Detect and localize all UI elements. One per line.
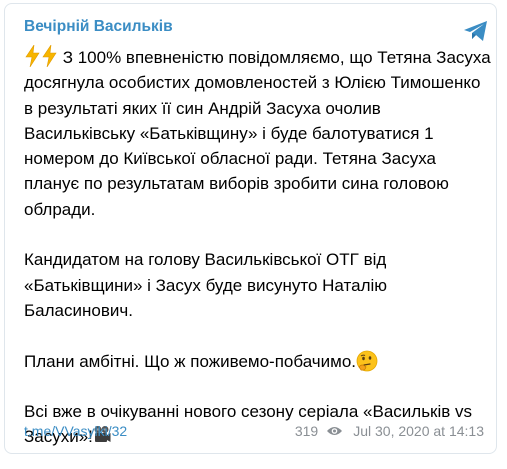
- views-count: 319: [294, 423, 319, 439]
- post-meta: 319 Jul 30, 2020 at 14:13: [295, 423, 484, 439]
- channel-title[interactable]: Вечірній Васильків: [24, 18, 173, 36]
- post-link[interactable]: t.me/VVasylki/32: [24, 423, 127, 439]
- eye-icon: [327, 427, 343, 435]
- paragraph-1-text: З 100% впевненістю повідомляємо, що Тетя…: [24, 48, 491, 219]
- telegram-post-card: Вечірній Васильків З 100% впевненістю по…: [4, 3, 497, 454]
- thinking-face-icon: [356, 350, 378, 371]
- message-text: З 100% впевненістю повідомляємо, що Тетя…: [24, 45, 494, 450]
- message-paragraph-1: З 100% впевненістю повідомляємо, що Тетя…: [24, 45, 494, 222]
- paragraph-3-text: Плани амбітні. Що ж поживемо-побачимо.: [24, 351, 357, 371]
- lightning-icon: [25, 45, 40, 67]
- message-paragraph-2: Кандидатом на голову Васильківської ОТГ …: [24, 247, 494, 323]
- paragraph-2-text: Кандидатом на голову Васильківської ОТГ …: [24, 250, 388, 320]
- post-date: Jul 30, 2020 at 14:13: [353, 423, 484, 439]
- telegram-logo-icon[interactable]: [463, 19, 489, 43]
- message-paragraph-3: Плани амбітні. Що ж поживемо-побачимо.: [24, 349, 494, 374]
- lightning-icon: [42, 45, 57, 67]
